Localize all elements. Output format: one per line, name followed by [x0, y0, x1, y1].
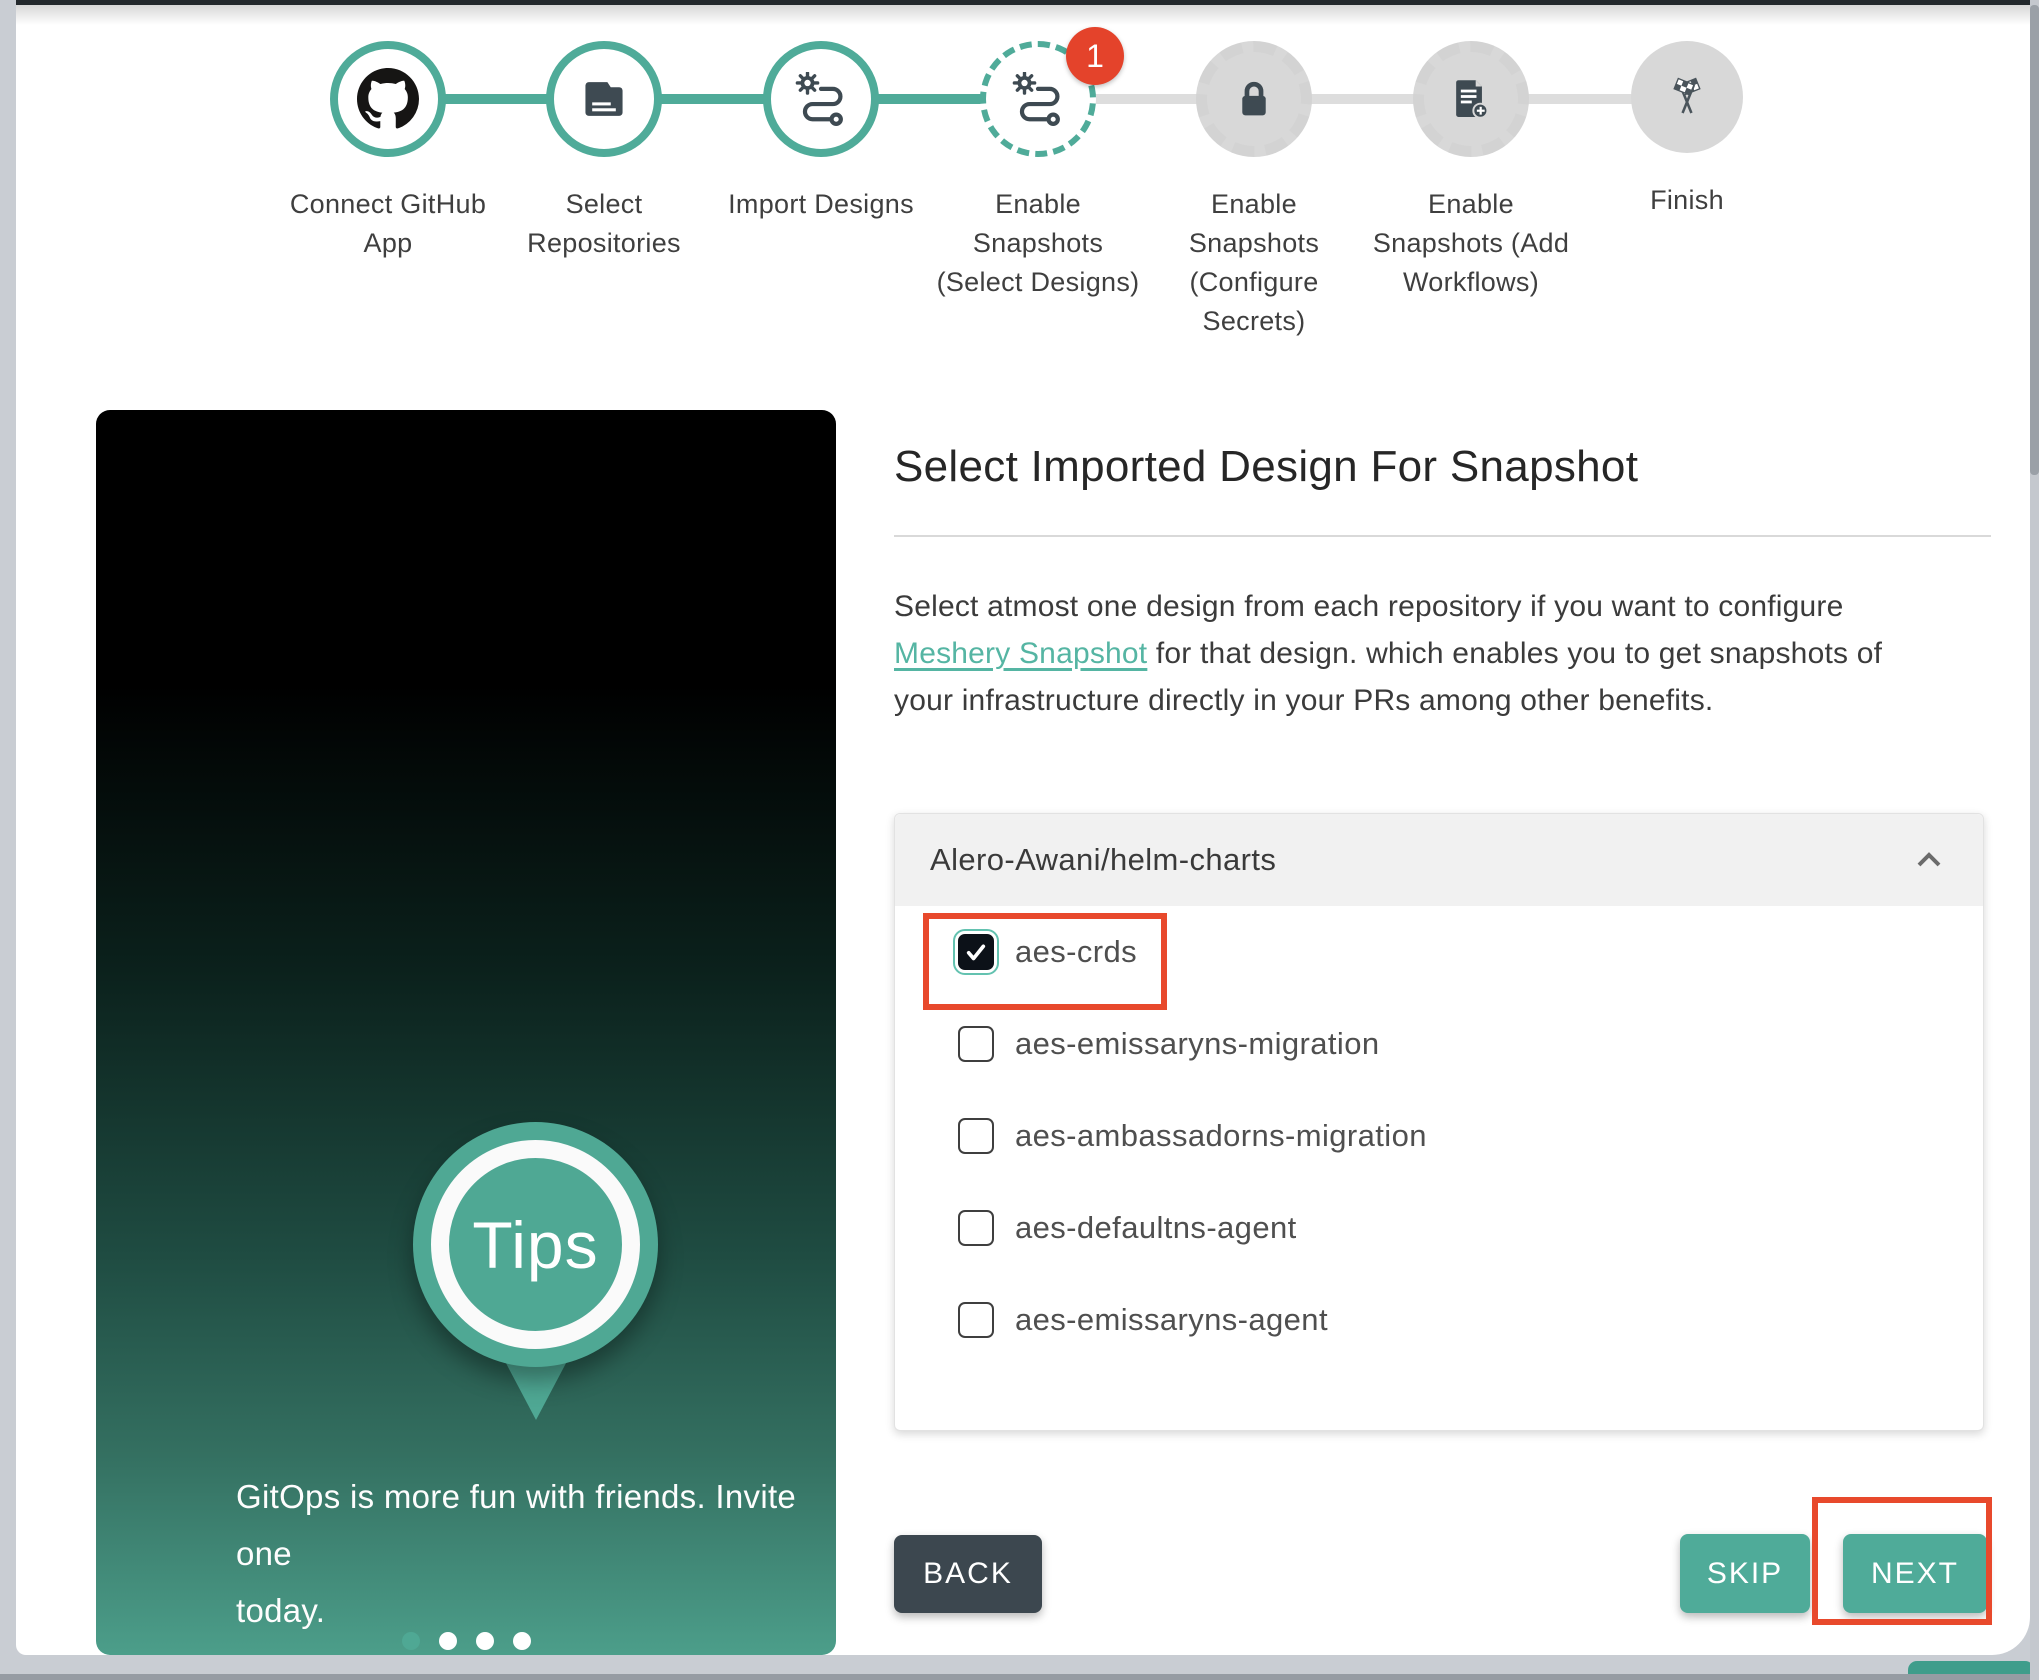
step-label: Connect GitHub App	[289, 189, 487, 258]
meshery-snapshot-link[interactable]: Meshery Snapshot	[894, 637, 1147, 670]
carousel-dots	[96, 1632, 836, 1650]
design-row-aes-defaultns-agent[interactable]: aes-defaultns-agent	[895, 1182, 1983, 1274]
tips-pin-ring: Tips	[431, 1140, 640, 1349]
back-button[interactable]: BACK	[894, 1535, 1042, 1613]
tips-title: Tips	[472, 1207, 599, 1282]
scrollbar[interactable]	[2030, 0, 2039, 1680]
repository-accordion-header[interactable]: Alero-Awani/helm-charts	[895, 814, 1983, 906]
window-top-edge	[16, 0, 2039, 5]
design-row-aes-crds[interactable]: aes-crds	[895, 906, 1983, 998]
step-label: Enable Snapshots (Add Workflows)	[1372, 189, 1570, 297]
design-checkbox[interactable]	[958, 1118, 994, 1154]
route-icon	[1011, 72, 1065, 126]
description-before-link: Select atmost one design from each repos…	[894, 590, 1844, 623]
step-circle	[1631, 41, 1743, 153]
skip-button[interactable]: SKIP	[1680, 1534, 1810, 1613]
step-enable-snapshots-configure-secrets: Enable Snapshots (Configure Secrets)	[1134, 41, 1374, 341]
design-label: aes-emissaryns-agent	[1015, 1302, 1328, 1337]
step-label: Enable Snapshots (Configure Secrets)	[1188, 189, 1320, 336]
step-circle	[1196, 41, 1312, 157]
active-step-notification-badge: 1	[1066, 27, 1124, 85]
repository-name: Alero-Awani/helm-charts	[930, 842, 1277, 877]
next-button[interactable]: NEXT	[1843, 1534, 1987, 1613]
design-row-aes-emissaryns-agent[interactable]: aes-emissaryns-agent	[895, 1274, 1983, 1366]
step-circle[interactable]	[330, 41, 446, 157]
description-text: Select atmost one design from each repos…	[894, 583, 1949, 724]
tips-pin-icon: Tips	[413, 1122, 658, 1367]
design-checkbox[interactable]	[958, 1302, 994, 1338]
tips-message: GitOps is more fun with friends. Invite …	[236, 1478, 797, 1629]
step-circle[interactable]	[763, 41, 879, 157]
design-checkbox-checked[interactable]	[953, 929, 999, 975]
step-connect-github-app[interactable]: Connect GitHub App	[268, 41, 508, 263]
carousel-dot[interactable]	[438, 1632, 457, 1650]
tips-carousel-card: Tips GitOps is more fun with friends. In…	[96, 410, 836, 1655]
carousel-dot[interactable]	[401, 1632, 420, 1650]
repository-icon	[577, 72, 631, 126]
design-row-aes-emissaryns-migration[interactable]: aes-emissaryns-migration	[895, 998, 1983, 1090]
design-label: aes-crds	[1015, 934, 1138, 969]
step-enable-snapshots-add-workflows: Enable Snapshots (Add Workflows)	[1351, 41, 1591, 302]
lock-icon	[1229, 74, 1279, 124]
step-finish: Finish	[1567, 41, 1807, 220]
design-checkbox[interactable]	[958, 1210, 994, 1246]
design-label: aes-defaultns-agent	[1015, 1210, 1297, 1245]
step-label: Finish	[1650, 185, 1724, 215]
page-title: Select Imported Design For Snapshot	[894, 442, 1639, 491]
scrollbar-thumb[interactable]	[2030, 5, 2039, 475]
github-icon	[357, 68, 419, 130]
window-bottom-edge	[0, 1674, 2039, 1680]
document-add-icon	[1446, 74, 1496, 124]
design-row-aes-ambassadorns-migration[interactable]: aes-ambassadorns-migration	[895, 1090, 1983, 1182]
step-enable-snapshots-select-designs[interactable]: Enable Snapshots (Select Designs)	[918, 41, 1158, 302]
carousel-dot[interactable]	[475, 1632, 494, 1650]
step-circle[interactable]	[546, 41, 662, 157]
wizard-modal: Connect GitHub App Select Repositories I…	[16, 5, 2030, 1655]
repository-accordion: Alero-Awani/helm-charts aes-crds aes-emi…	[894, 813, 1984, 1431]
finish-flags-icon	[1660, 70, 1714, 124]
route-icon	[794, 72, 848, 126]
design-label: aes-emissaryns-migration	[1015, 1026, 1380, 1061]
step-label: Select Repositories	[527, 189, 681, 258]
heading-divider	[894, 535, 1991, 537]
step-import-designs[interactable]: Import Designs	[701, 41, 941, 224]
step-circle	[1413, 41, 1529, 157]
gitops-setup-wizard: { "stepper": { "steps": [ { "label": "Co…	[0, 0, 2039, 1680]
step-label: Enable Snapshots (Select Designs)	[936, 189, 1140, 297]
step-label: Import Designs	[728, 189, 914, 219]
carousel-dot[interactable]	[512, 1632, 531, 1650]
step-select-repositories[interactable]: Select Repositories	[484, 41, 724, 263]
design-checkbox[interactable]	[958, 1026, 994, 1062]
chevron-up-icon[interactable]	[1913, 849, 1945, 871]
design-label: aes-ambassadorns-migration	[1015, 1118, 1427, 1153]
